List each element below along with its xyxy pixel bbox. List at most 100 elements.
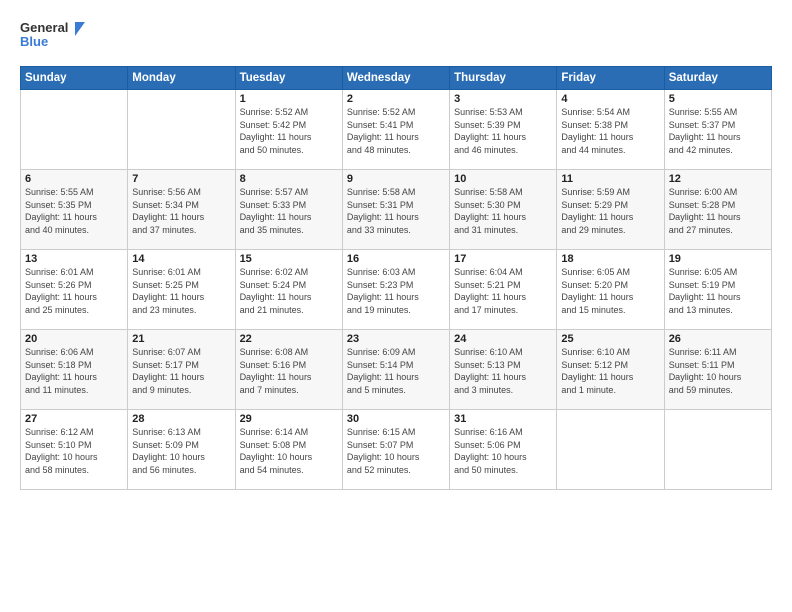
day-number: 16	[347, 253, 445, 265]
day-info: Sunrise: 6:01 AM Sunset: 5:26 PM Dayligh…	[25, 266, 123, 316]
day-info: Sunrise: 6:14 AM Sunset: 5:08 PM Dayligh…	[240, 426, 338, 476]
day-number: 25	[561, 333, 659, 345]
week-row-2: 6Sunrise: 5:55 AM Sunset: 5:35 PM Daylig…	[21, 170, 772, 250]
day-info: Sunrise: 6:05 AM Sunset: 5:19 PM Dayligh…	[669, 266, 767, 316]
day-number: 10	[454, 173, 552, 185]
calendar-cell: 13Sunrise: 6:01 AM Sunset: 5:26 PM Dayli…	[21, 250, 128, 330]
day-info: Sunrise: 5:59 AM Sunset: 5:29 PM Dayligh…	[561, 186, 659, 236]
day-info: Sunrise: 6:11 AM Sunset: 5:11 PM Dayligh…	[669, 346, 767, 396]
calendar-cell: 9Sunrise: 5:58 AM Sunset: 5:31 PM Daylig…	[342, 170, 449, 250]
calendar-cell	[128, 90, 235, 170]
calendar-cell: 11Sunrise: 5:59 AM Sunset: 5:29 PM Dayli…	[557, 170, 664, 250]
day-number: 13	[25, 253, 123, 265]
calendar-cell: 21Sunrise: 6:07 AM Sunset: 5:17 PM Dayli…	[128, 330, 235, 410]
calendar-cell: 20Sunrise: 6:06 AM Sunset: 5:18 PM Dayli…	[21, 330, 128, 410]
week-row-5: 27Sunrise: 6:12 AM Sunset: 5:10 PM Dayli…	[21, 410, 772, 490]
svg-text:General: General	[20, 20, 68, 35]
weekday-header-thursday: Thursday	[450, 67, 557, 90]
day-number: 24	[454, 333, 552, 345]
day-info: Sunrise: 5:52 AM Sunset: 5:42 PM Dayligh…	[240, 106, 338, 156]
day-info: Sunrise: 6:13 AM Sunset: 5:09 PM Dayligh…	[132, 426, 230, 476]
day-number: 7	[132, 173, 230, 185]
day-number: 29	[240, 413, 338, 425]
weekday-header-wednesday: Wednesday	[342, 67, 449, 90]
day-number: 30	[347, 413, 445, 425]
logo: GeneralBlue	[20, 18, 90, 56]
day-number: 19	[669, 253, 767, 265]
day-info: Sunrise: 5:55 AM Sunset: 5:35 PM Dayligh…	[25, 186, 123, 236]
calendar-cell: 30Sunrise: 6:15 AM Sunset: 5:07 PM Dayli…	[342, 410, 449, 490]
calendar-cell: 24Sunrise: 6:10 AM Sunset: 5:13 PM Dayli…	[450, 330, 557, 410]
calendar-cell: 10Sunrise: 5:58 AM Sunset: 5:30 PM Dayli…	[450, 170, 557, 250]
day-number: 2	[347, 93, 445, 105]
day-info: Sunrise: 6:12 AM Sunset: 5:10 PM Dayligh…	[25, 426, 123, 476]
day-info: Sunrise: 6:16 AM Sunset: 5:06 PM Dayligh…	[454, 426, 552, 476]
week-row-1: 1Sunrise: 5:52 AM Sunset: 5:42 PM Daylig…	[21, 90, 772, 170]
calendar-table: SundayMondayTuesdayWednesdayThursdayFrid…	[20, 66, 772, 490]
day-number: 22	[240, 333, 338, 345]
day-number: 15	[240, 253, 338, 265]
calendar-cell	[557, 410, 664, 490]
day-info: Sunrise: 6:00 AM Sunset: 5:28 PM Dayligh…	[669, 186, 767, 236]
calendar-cell: 3Sunrise: 5:53 AM Sunset: 5:39 PM Daylig…	[450, 90, 557, 170]
day-number: 1	[240, 93, 338, 105]
day-info: Sunrise: 6:03 AM Sunset: 5:23 PM Dayligh…	[347, 266, 445, 316]
day-number: 17	[454, 253, 552, 265]
calendar-cell: 14Sunrise: 6:01 AM Sunset: 5:25 PM Dayli…	[128, 250, 235, 330]
day-info: Sunrise: 5:58 AM Sunset: 5:30 PM Dayligh…	[454, 186, 552, 236]
day-info: Sunrise: 5:56 AM Sunset: 5:34 PM Dayligh…	[132, 186, 230, 236]
day-number: 12	[669, 173, 767, 185]
day-info: Sunrise: 6:09 AM Sunset: 5:14 PM Dayligh…	[347, 346, 445, 396]
day-info: Sunrise: 6:07 AM Sunset: 5:17 PM Dayligh…	[132, 346, 230, 396]
calendar-cell: 28Sunrise: 6:13 AM Sunset: 5:09 PM Dayli…	[128, 410, 235, 490]
calendar-cell: 12Sunrise: 6:00 AM Sunset: 5:28 PM Dayli…	[664, 170, 771, 250]
day-number: 11	[561, 173, 659, 185]
calendar-cell: 8Sunrise: 5:57 AM Sunset: 5:33 PM Daylig…	[235, 170, 342, 250]
day-info: Sunrise: 6:10 AM Sunset: 5:13 PM Dayligh…	[454, 346, 552, 396]
weekday-header-saturday: Saturday	[664, 67, 771, 90]
calendar-cell: 16Sunrise: 6:03 AM Sunset: 5:23 PM Dayli…	[342, 250, 449, 330]
weekday-header-monday: Monday	[128, 67, 235, 90]
week-row-3: 13Sunrise: 6:01 AM Sunset: 5:26 PM Dayli…	[21, 250, 772, 330]
day-info: Sunrise: 6:08 AM Sunset: 5:16 PM Dayligh…	[240, 346, 338, 396]
calendar-cell: 19Sunrise: 6:05 AM Sunset: 5:19 PM Dayli…	[664, 250, 771, 330]
day-number: 26	[669, 333, 767, 345]
day-info: Sunrise: 6:02 AM Sunset: 5:24 PM Dayligh…	[240, 266, 338, 316]
day-info: Sunrise: 5:52 AM Sunset: 5:41 PM Dayligh…	[347, 106, 445, 156]
calendar-cell: 25Sunrise: 6:10 AM Sunset: 5:12 PM Dayli…	[557, 330, 664, 410]
day-info: Sunrise: 5:53 AM Sunset: 5:39 PM Dayligh…	[454, 106, 552, 156]
week-row-4: 20Sunrise: 6:06 AM Sunset: 5:18 PM Dayli…	[21, 330, 772, 410]
calendar-cell: 6Sunrise: 5:55 AM Sunset: 5:35 PM Daylig…	[21, 170, 128, 250]
calendar-cell	[664, 410, 771, 490]
day-number: 31	[454, 413, 552, 425]
day-number: 4	[561, 93, 659, 105]
calendar-cell: 31Sunrise: 6:16 AM Sunset: 5:06 PM Dayli…	[450, 410, 557, 490]
day-info: Sunrise: 6:01 AM Sunset: 5:25 PM Dayligh…	[132, 266, 230, 316]
day-number: 18	[561, 253, 659, 265]
weekday-header-tuesday: Tuesday	[235, 67, 342, 90]
day-info: Sunrise: 6:04 AM Sunset: 5:21 PM Dayligh…	[454, 266, 552, 316]
calendar-cell: 18Sunrise: 6:05 AM Sunset: 5:20 PM Dayli…	[557, 250, 664, 330]
day-number: 23	[347, 333, 445, 345]
day-info: Sunrise: 6:06 AM Sunset: 5:18 PM Dayligh…	[25, 346, 123, 396]
day-number: 9	[347, 173, 445, 185]
day-number: 6	[25, 173, 123, 185]
day-number: 27	[25, 413, 123, 425]
calendar-cell: 17Sunrise: 6:04 AM Sunset: 5:21 PM Dayli…	[450, 250, 557, 330]
calendar-cell: 5Sunrise: 5:55 AM Sunset: 5:37 PM Daylig…	[664, 90, 771, 170]
calendar-cell: 27Sunrise: 6:12 AM Sunset: 5:10 PM Dayli…	[21, 410, 128, 490]
day-info: Sunrise: 5:58 AM Sunset: 5:31 PM Dayligh…	[347, 186, 445, 236]
calendar-cell: 15Sunrise: 6:02 AM Sunset: 5:24 PM Dayli…	[235, 250, 342, 330]
day-info: Sunrise: 6:15 AM Sunset: 5:07 PM Dayligh…	[347, 426, 445, 476]
day-info: Sunrise: 5:54 AM Sunset: 5:38 PM Dayligh…	[561, 106, 659, 156]
logo-svg: GeneralBlue	[20, 18, 90, 56]
day-number: 5	[669, 93, 767, 105]
day-number: 28	[132, 413, 230, 425]
weekday-header-row: SundayMondayTuesdayWednesdayThursdayFrid…	[21, 67, 772, 90]
calendar-cell: 1Sunrise: 5:52 AM Sunset: 5:42 PM Daylig…	[235, 90, 342, 170]
day-info: Sunrise: 6:05 AM Sunset: 5:20 PM Dayligh…	[561, 266, 659, 316]
day-number: 8	[240, 173, 338, 185]
weekday-header-sunday: Sunday	[21, 67, 128, 90]
day-info: Sunrise: 5:55 AM Sunset: 5:37 PM Dayligh…	[669, 106, 767, 156]
calendar-cell: 26Sunrise: 6:11 AM Sunset: 5:11 PM Dayli…	[664, 330, 771, 410]
